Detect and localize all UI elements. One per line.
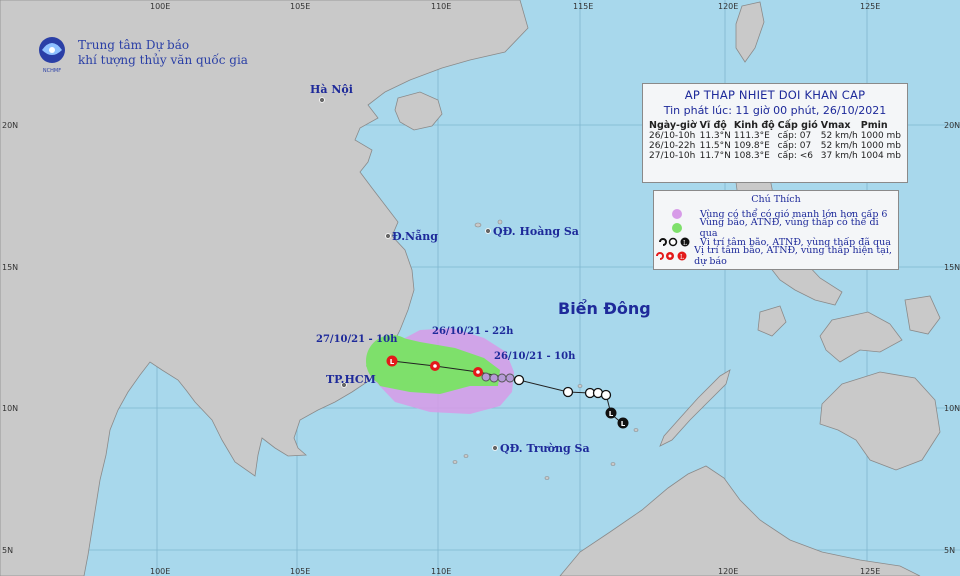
logo-caption: NCHMF	[43, 68, 61, 74]
table-cell: 111.3°E	[733, 131, 770, 141]
col-header: Vmax	[820, 120, 851, 131]
table-cell: 108.3°E	[733, 151, 770, 161]
label-truongsa: QĐ. Trường Sa	[500, 442, 590, 455]
table-cell: 1004 mb	[860, 151, 902, 161]
legend-item: Vùng bão, ATNĐ, vùng thấp có thể đi qua	[654, 217, 898, 239]
col-header: Vĩ độ	[699, 120, 727, 131]
lat-tick: 15N	[2, 263, 18, 272]
label-hanoi: Hà Nội	[310, 83, 353, 96]
lat-tick: 15N	[944, 263, 960, 272]
legend-title: Chú Thích	[751, 194, 801, 205]
legend-item-label: Vị trí tâm bão, ATNĐ, vùng thấp hiện tại…	[694, 245, 892, 267]
lon-tick: 105E	[290, 567, 310, 576]
storm-info-issued: Tin phát lúc: 11 giờ 00 phút, 26/10/2021	[663, 104, 887, 117]
storm-info-panel: AP THAP NHIET DOI KHAN CAP Tin phát lúc:…	[642, 83, 908, 183]
track-label-t2: 26/10/21 - 22h	[432, 326, 514, 337]
agency-name-line1: Trung tâm Dự báo	[78, 38, 190, 52]
table-cell: cấp: 07	[777, 141, 812, 151]
svg-text:L: L	[680, 254, 684, 261]
lat-tick: 5N	[2, 546, 13, 555]
table-cell: 109.8°E	[733, 141, 770, 151]
table-cell: 1000 mb	[860, 131, 902, 141]
lat-tick: 20N	[944, 121, 960, 130]
lon-tick: 110E	[431, 2, 451, 11]
storm-info-title: AP THAP NHIET DOI KHAN CAP	[684, 88, 866, 102]
wind-zone-swatch-icon	[654, 209, 700, 219]
table-header-row: Ngày-giờ Vĩ độ Kinh độ Cấp gió Vmax Pmin	[649, 120, 904, 131]
col-header: Pmin	[860, 120, 888, 131]
lon-tick: 105E	[290, 2, 310, 11]
col-header: Kinh độ	[733, 120, 775, 131]
track-label-t3: 27/10/21 - 10h	[316, 334, 398, 345]
lon-tick: 110E	[431, 567, 451, 576]
lon-tick: 100E	[150, 2, 170, 11]
legend-item: L Vị trí tâm bão, ATNĐ, vùng thấp hiện t…	[654, 245, 898, 267]
svg-text:L: L	[609, 410, 614, 418]
storm-zone-swatch-icon	[654, 223, 700, 233]
storm-info-table: Ngày-giờ Vĩ độ Kinh độ Cấp gió Vmax Pmin…	[649, 120, 904, 161]
lon-tick: 120E	[718, 567, 738, 576]
table-cell: 52 km/h	[820, 141, 858, 151]
table-cell: 26/10-22h	[649, 141, 696, 151]
label-danang: Đ.Nẵng	[392, 230, 438, 243]
label-hcm: TP.HCM	[326, 373, 376, 386]
table-cell: cấp: 07	[777, 131, 812, 141]
lon-tick: 125E	[860, 2, 880, 11]
table-cell: 37 km/h	[820, 151, 858, 161]
lat-tick: 20N	[2, 121, 18, 130]
table-row: 26/10-10h 11.3°N 111.3°E cấp: 07 52 km/h…	[649, 131, 904, 141]
table-cell: 26/10-10h	[649, 131, 696, 141]
table-row: 27/10-10h 11.7°N 108.3°E cấp: <6 37 km/h…	[649, 151, 904, 161]
agency-name-line2: khí tượng thủy văn quốc gia	[78, 53, 248, 67]
label-bien-dong: Biển Đông	[558, 299, 651, 318]
table-cell: cấp: <6	[777, 151, 813, 161]
col-header: Cấp gió	[777, 120, 818, 131]
table-cell: 1000 mb	[860, 141, 902, 151]
table-cell: 52 km/h	[820, 131, 858, 141]
svg-text:L: L	[390, 358, 395, 366]
weather-map: 100E 105E 110E 115E 120E 125E 100E 105E …	[0, 0, 960, 576]
table-cell: 11.7°N	[699, 151, 731, 161]
label-hoangsa: QĐ. Hoàng Sa	[493, 225, 579, 238]
lon-tick: 115E	[573, 2, 593, 11]
svg-text:L: L	[683, 240, 687, 247]
lon-tick: 120E	[718, 2, 738, 11]
track-label-t1: 26/10/21 - 10h	[494, 351, 576, 362]
lon-tick: 100E	[150, 567, 170, 576]
table-cell: 27/10-10h	[649, 151, 696, 161]
table-cell: 11.5°N	[699, 141, 731, 151]
table-row: 26/10-22h 11.5°N 109.8°E cấp: 07 52 km/h…	[649, 141, 904, 151]
lat-tick: 10N	[2, 404, 18, 413]
forecast-center-symbols-icon: L	[654, 251, 694, 261]
col-header: Ngày-giờ	[649, 120, 697, 131]
table-cell: 11.3°N	[699, 131, 731, 141]
lat-tick: 10N	[944, 404, 960, 413]
lat-tick: 5N	[944, 546, 955, 555]
lon-tick: 125E	[860, 567, 880, 576]
svg-text:L: L	[621, 420, 626, 428]
map-legend: Chú Thích Vùng có thể có gió mạnh lớn hơ…	[653, 190, 899, 270]
